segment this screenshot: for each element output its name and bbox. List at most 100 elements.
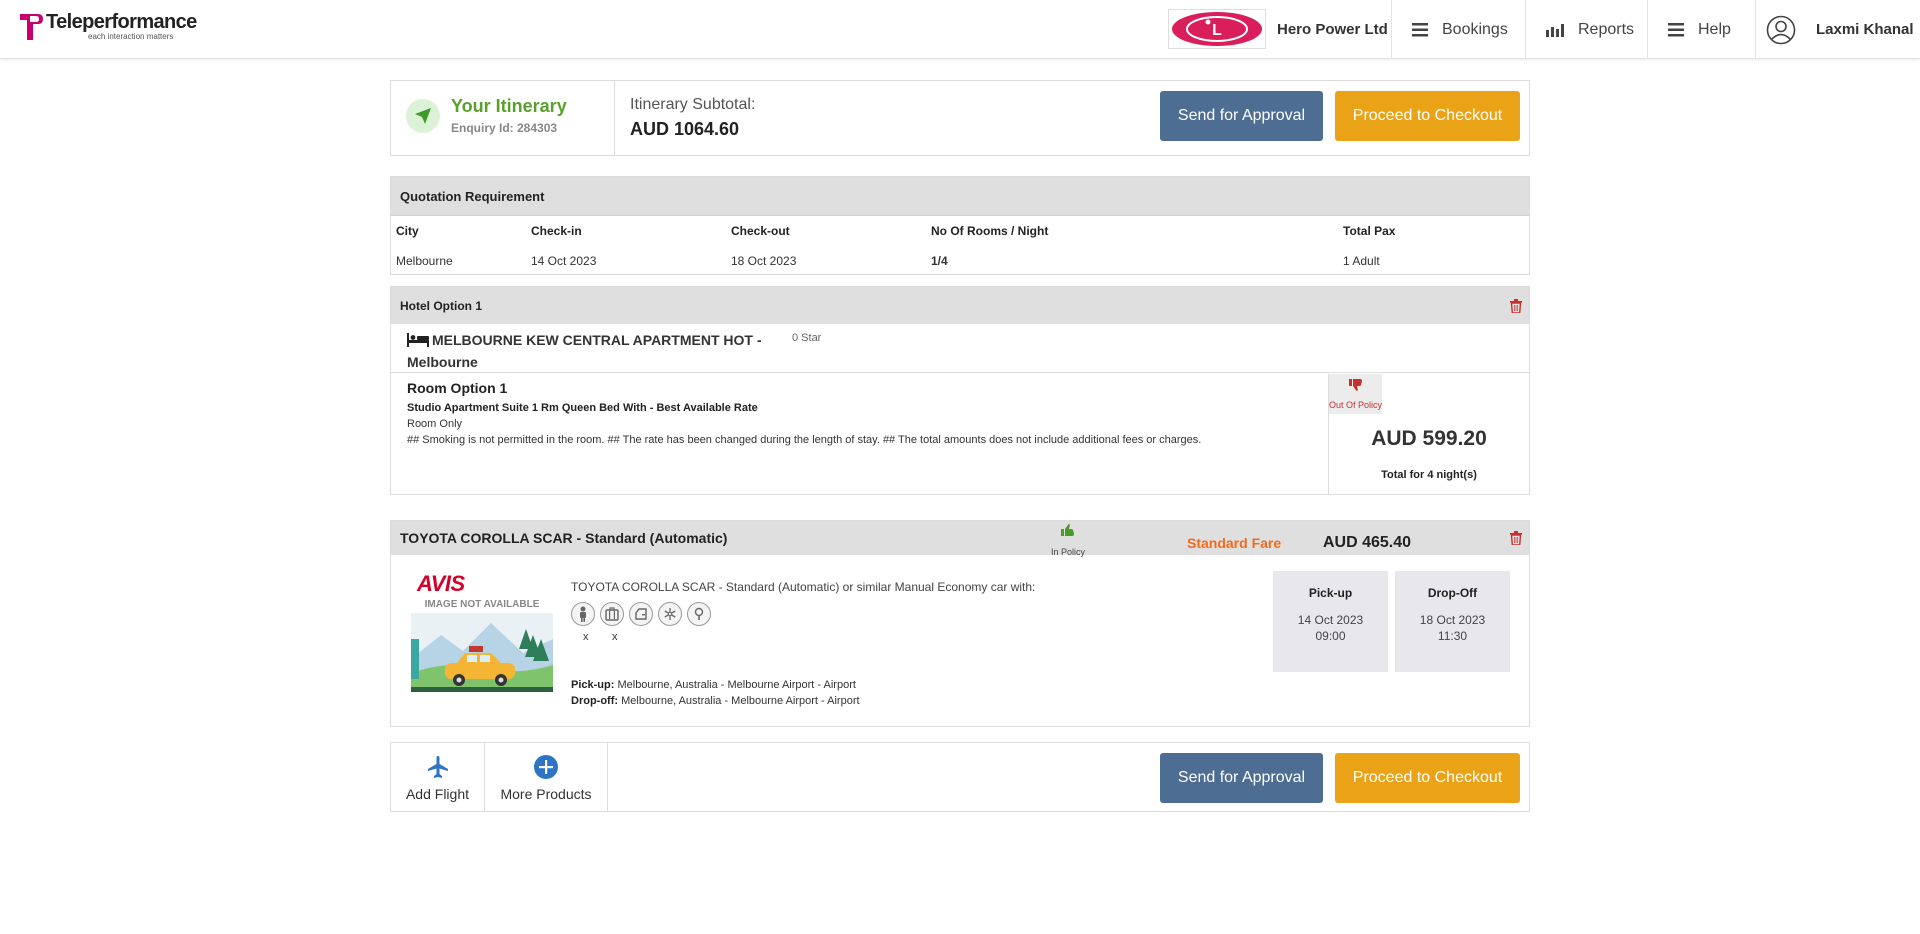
more-products-button[interactable]: More Products: [485, 743, 608, 811]
dropoff-date: 18 Oct 2023: [1419, 613, 1486, 627]
out-of-policy-label: Out Of Policy: [1329, 400, 1383, 410]
quote-value-total-pax: 1 Adult: [1343, 254, 1380, 268]
plus-circle-icon: [534, 755, 558, 784]
delete-hotel-icon[interactable]: [1510, 299, 1522, 313]
dropoff-box: Drop-Off 18 Oct 2023 11:30: [1395, 571, 1510, 672]
quote-header-total-pax: Total Pax: [1343, 224, 1396, 238]
in-policy-label: In Policy: [1050, 547, 1085, 557]
send-for-approval-button-bottom[interactable]: Send for Approval: [1160, 753, 1323, 803]
thumbs-up-icon: [1049, 523, 1087, 542]
user-avatar-icon: [1766, 15, 1796, 45]
in-policy-badge: In Policy: [1049, 523, 1087, 560]
room-option: Room Option 1 Studio Apartment Suite 1 R…: [391, 374, 1328, 494]
more-products-label: More Products: [500, 786, 592, 802]
nav-bookings[interactable]: Bookings: [1391, 0, 1525, 59]
hotel-name-text: MELBOURNE KEW CENTRAL APARTMENT HOT - Me…: [407, 332, 762, 370]
air-conditioning-icon: [658, 602, 682, 626]
hotel-star-rating: 0 Star: [792, 332, 822, 344]
pickup-location-value: Melbourne, Australia - Melbourne Airport…: [617, 679, 856, 691]
enquiry-id: Enquiry Id: 284303: [451, 121, 558, 135]
room-description: Studio Apartment Suite 1 Rm Queen Bed Wi…: [407, 402, 758, 414]
quote-value-city: Melbourne: [396, 254, 453, 268]
hotel-name-row: MELBOURNE KEW CENTRAL APARTMENT HOT - Me…: [391, 324, 1529, 373]
quote-header-checkin: Check-in: [531, 224, 582, 238]
nav-bookings-label: Bookings: [1442, 20, 1508, 38]
quote-header-checkout: Check-out: [731, 224, 790, 238]
itinerary-info: Your Itinerary Enquiry Id: 284303: [391, 81, 615, 155]
nav-help-label: Help: [1698, 20, 1731, 38]
hotel-name: MELBOURNE KEW CENTRAL APARTMENT HOT - Me…: [407, 330, 767, 372]
itinerary-title: Your Itinerary: [451, 96, 567, 116]
teleperformance-logo[interactable]: Teleperformance each interaction matters: [18, 12, 197, 46]
company-logo-text: L: [1212, 22, 1222, 39]
room-option-title: Room Option 1: [407, 380, 508, 396]
airplane-icon: [426, 755, 450, 784]
room-notes: ## Smoking is not permitted in the room.…: [407, 434, 1202, 446]
quotation-requirement: Quotation Requirement City Check-in Chec…: [390, 176, 1530, 275]
dropoff-location-label: Drop-off:: [571, 695, 619, 707]
proceed-to-checkout-button-bottom[interactable]: Proceed to Checkout: [1335, 753, 1520, 803]
bar-chart-icon: [1546, 23, 1564, 37]
bed-icon: [407, 332, 429, 352]
quote-header-rooms-nights: No Of Rooms / Night: [931, 224, 1049, 238]
dropoff-location-value: Melbourne, Australia - Melbourne Airport…: [621, 695, 860, 707]
pickup-time: 09:00: [1315, 629, 1346, 643]
avis-logo: AVIS: [417, 571, 465, 596]
company-name: Hero Power Ltd: [1277, 21, 1388, 38]
dropoff-time: 11:30: [1437, 629, 1468, 643]
send-for-approval-button[interactable]: Send for Approval: [1160, 91, 1323, 141]
luggage-count: x: [612, 631, 618, 643]
car-price: AUD 465.40: [1323, 534, 1412, 551]
dropoff-location: Drop-off: Melbourne, Australia - Melbour…: [571, 695, 860, 707]
teleperformance-logo-icon: [18, 12, 44, 42]
transmission-icon: [687, 602, 711, 626]
user-name: Laxmi Khanal: [1816, 21, 1914, 38]
hotel-price: AUD 599.20: [1371, 427, 1487, 450]
room-board-type: Room Only: [407, 418, 463, 430]
passenger-count: x: [583, 631, 589, 643]
add-flight-button[interactable]: Add Flight: [391, 743, 485, 811]
room-pricing: Out Of Policy AUD 599.20 Total for 4 nig…: [1328, 374, 1529, 494]
car-features: [571, 602, 716, 626]
menu-icon: [1668, 22, 1684, 37]
subtotal-value: AUD 1064.60: [630, 119, 740, 139]
pickup-location: Pick-up: Melbourne, Australia - Melbourn…: [571, 679, 856, 691]
car-title: TOYOTA COROLLA SCAR - Standard (Automati…: [400, 530, 728, 546]
car-header: TOYOTA COROLLA SCAR - Standard (Automati…: [391, 521, 1529, 557]
quote-value-checkin: 14 Oct 2023: [531, 254, 597, 268]
quote-header-city: City: [396, 224, 419, 238]
brand-name: Teleperformance: [46, 11, 197, 33]
pickup-box-title: Pick-up: [1308, 586, 1353, 600]
car-image-placeholder: IMAGE NOT AVAILABLE: [411, 599, 553, 692]
navigation-arrow-icon: [406, 99, 440, 133]
hotel-option-label: Hotel Option 1: [391, 287, 1529, 324]
brand-tagline: each interaction matters: [88, 32, 174, 41]
quote-value-rooms-nights: 1/4: [931, 254, 948, 268]
pickup-box: Pick-up 14 Oct 2023 09:00: [1273, 571, 1388, 672]
thumbs-down-icon: [1348, 378, 1363, 397]
luggage-icon: [600, 602, 624, 626]
bottom-actions: Add Flight More Products Send for Approv…: [390, 742, 1530, 812]
out-of-policy-badge: Out Of Policy: [1329, 374, 1382, 414]
pickup-location-label: Pick-up:: [571, 679, 615, 691]
delete-car-icon[interactable]: [1510, 531, 1522, 545]
pickup-date: 14 Oct 2023: [1297, 613, 1364, 627]
fare-type: Standard Fare: [1187, 535, 1282, 551]
proceed-to-checkout-button[interactable]: Proceed to Checkout: [1335, 91, 1520, 141]
nav-help[interactable]: Help: [1647, 0, 1755, 59]
top-header: Teleperformance each interaction matters…: [0, 0, 1920, 59]
dropoff-box-title: Drop-Off: [1427, 586, 1478, 600]
door-icon: [629, 602, 653, 626]
nav-reports-label: Reports: [1578, 20, 1635, 38]
image-not-available-label: IMAGE NOT AVAILABLE: [424, 599, 540, 610]
subtotal-label: Itinerary Subtotal:: [630, 96, 756, 113]
add-flight-label: Add Flight: [405, 786, 470, 802]
quotation-title: Quotation Requirement: [391, 177, 1529, 216]
hotel-price-note: Total for 4 night(s): [1381, 469, 1477, 481]
car-option: TOYOTA COROLLA SCAR - Standard (Automati…: [390, 520, 1530, 727]
company-logo: L: [1168, 9, 1266, 49]
menu-icon: [1412, 22, 1428, 37]
user-menu[interactable]: Laxmi Khanal: [1755, 0, 1920, 59]
hotel-option: Hotel Option 1 MELBOURNE KEW CENTRAL APA…: [390, 286, 1530, 495]
nav-reports[interactable]: Reports: [1525, 0, 1647, 59]
